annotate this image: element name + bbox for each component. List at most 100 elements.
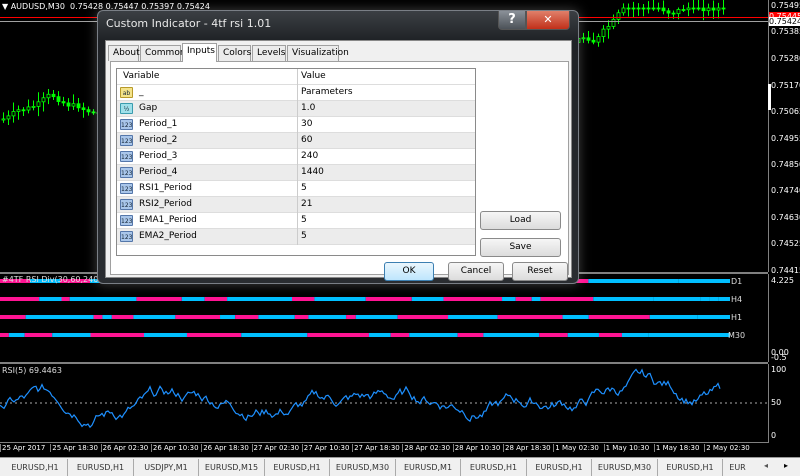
custom-indicator-dialog: Custom Indicator - 4tf rsi 1.01 ? ✕ Abou… <box>97 10 579 284</box>
help-button[interactable]: ? <box>498 11 526 30</box>
table-row[interactable]: 123 EMA1_Period 5 <box>117 213 475 229</box>
tab-visualization[interactable]: Visualization <box>287 45 349 61</box>
tab-scroll-right-icon[interactable]: ▸ <box>784 461 788 470</box>
variable-value[interactable]: 1440 <box>297 165 324 181</box>
indicator-segment <box>539 333 568 337</box>
tab-common[interactable]: Common <box>140 45 186 61</box>
candle <box>21 109 26 112</box>
table-row[interactable]: 123 RSI1_Period 5 <box>117 181 475 197</box>
indicator-segment <box>593 297 654 301</box>
candle <box>31 106 36 108</box>
chart-tab[interactable]: EURUSD,H1 <box>3 459 68 476</box>
candle <box>16 109 21 112</box>
price-label: 0.75280 <box>771 54 800 63</box>
indicator-segment <box>483 333 540 337</box>
chart-tab[interactable]: EURUSD,H1 <box>527 459 592 476</box>
variable-value[interactable]: 30 <box>297 117 312 133</box>
indicator-segment <box>588 315 650 319</box>
chart-tab[interactable]: EURUSD,M30 <box>593 459 658 476</box>
indicator-segment <box>294 315 309 319</box>
candle <box>586 37 591 41</box>
tab-inputs[interactable]: Inputs <box>182 43 217 62</box>
tab-levels[interactable]: Levels <box>252 45 286 61</box>
table-row[interactable]: 123 Period_1 30 <box>117 117 475 133</box>
price-label: 0.74955 <box>771 134 800 143</box>
indicator-segment <box>390 333 410 337</box>
chart-tab[interactable]: USDJPY,M1 <box>134 459 199 476</box>
candle <box>76 103 81 109</box>
chart-tab[interactable]: EURUSD,H1 <box>462 459 527 476</box>
price-label: 0.75065 <box>771 107 800 116</box>
candle <box>1 118 6 121</box>
candle <box>691 7 696 10</box>
tab-scroll-left-icon[interactable]: ◂ <box>764 461 768 470</box>
candle <box>41 97 46 103</box>
indicator-segment <box>457 333 484 337</box>
integer-type-icon: 123 <box>120 183 133 194</box>
tab-colors[interactable]: Colors <box>218 45 251 61</box>
time-label: 1 May 10:30 <box>603 444 650 452</box>
cancel-button[interactable]: Cancel <box>448 262 504 281</box>
variable-value[interactable]: Parameters <box>297 85 353 101</box>
table-row[interactable]: 123 Period_3 240 <box>117 149 475 165</box>
rsi-polyline <box>0 368 721 429</box>
time-label: 1 May 02:30 <box>553 444 599 452</box>
indicator-segment <box>52 333 91 337</box>
indicator-segment <box>709 297 719 301</box>
tab-about[interactable]: About <box>108 45 140 61</box>
indicator-segment <box>697 315 730 319</box>
price-label: 0.74740 <box>771 186 800 195</box>
indicator-segment <box>355 315 398 319</box>
table-row[interactable]: 123 Period_4 1440 <box>117 165 475 181</box>
indicator-segment <box>93 315 103 319</box>
inputs-table: Variable Value ab _ Parameters ½ Gap 1.0 123 Pe… <box>116 68 476 256</box>
table-row[interactable]: ab _ Parameters <box>117 85 475 101</box>
rsi-window[interactable]: RSI(5) 69.4463 <box>0 364 768 442</box>
chart-tab[interactable]: EURUSD,H1 <box>658 459 723 476</box>
candle <box>56 96 61 102</box>
save-button[interactable]: Save <box>480 238 561 257</box>
chart-tab[interactable]: EURUSD,H1 <box>265 459 330 476</box>
chart-tab[interactable]: EURUSD,M1 <box>396 459 461 476</box>
indicator-segment <box>365 297 412 301</box>
time-label: 26 Apr 18:30 <box>201 444 249 452</box>
chart-tab[interactable]: EURUSD,M30 <box>331 459 396 476</box>
variable-value[interactable]: 5 <box>297 181 307 197</box>
price-axis-line <box>768 0 769 272</box>
table-row[interactable]: 123 EMA2_Period 5 <box>117 229 475 245</box>
integer-type-icon: 123 <box>120 199 133 210</box>
close-button[interactable]: ✕ <box>526 11 570 30</box>
indicator-window[interactable]: #4TF RSI Div(30,60,240,1 <box>0 274 768 362</box>
time-label: 28 Apr 10:30 <box>452 444 501 452</box>
indicator-segment <box>621 333 649 337</box>
ok-button[interactable]: OK <box>384 262 434 281</box>
indicator-segment <box>90 333 145 337</box>
candle <box>711 7 716 11</box>
variable-value[interactable]: 1.0 <box>297 101 315 117</box>
variable-value[interactable]: 60 <box>297 133 312 149</box>
candle <box>621 7 626 14</box>
variable-value[interactable]: 5 <box>297 229 307 245</box>
dropdown-arrow-icon[interactable]: ▼ <box>2 2 11 11</box>
table-row[interactable]: ½ Gap 1.0 <box>117 101 475 117</box>
reset-button[interactable]: Reset <box>512 262 568 281</box>
load-button[interactable]: Load <box>480 211 561 230</box>
rsi-axis-0: 0 <box>771 431 777 440</box>
variable-value[interactable]: 5 <box>297 213 307 229</box>
candle <box>651 7 656 10</box>
variable-value[interactable]: 240 <box>297 149 318 165</box>
table-row[interactable]: 123 Period_2 60 <box>117 133 475 149</box>
indicator-segment <box>567 333 599 337</box>
indicator-segment <box>204 297 228 301</box>
indicator-segment <box>175 315 221 319</box>
table-row[interactable]: 123 RSI2_Period 21 <box>117 197 475 213</box>
chart-tab[interactable]: EURUSD,M15 <box>200 459 265 476</box>
indicator-segment <box>136 297 182 301</box>
indicator-segment <box>24 333 53 337</box>
time-label: 28 Apr 18:30 <box>503 444 551 452</box>
chart-tab[interactable]: EUR <box>724 459 752 476</box>
indicator-segment <box>227 297 293 301</box>
chart-tab[interactable]: EURUSD,H1 <box>69 459 134 476</box>
candle <box>36 101 41 107</box>
variable-value[interactable]: 21 <box>297 197 312 213</box>
